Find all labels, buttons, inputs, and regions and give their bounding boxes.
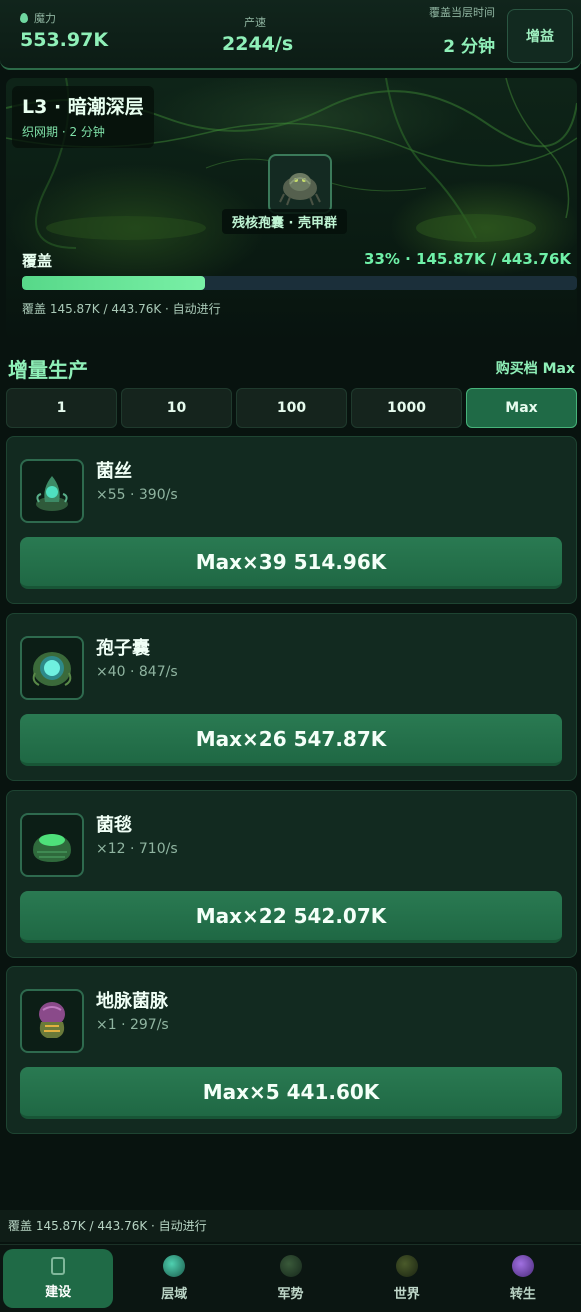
- nav-layer[interactable]: 层域: [119, 1249, 229, 1308]
- cover-label: 覆盖: [22, 252, 53, 270]
- unit-info: ×40 · 847/s: [96, 664, 178, 680]
- rate-value: 2244/s: [222, 33, 294, 55]
- level-subtitle: 织网期 · 2 分钟: [22, 125, 105, 139]
- buy-button[interactable]: Max×5 441.60K: [20, 1067, 562, 1119]
- rebirth-icon: [511, 1255, 534, 1277]
- level-title-box: L3 · 暗潮深层 织网期 · 2 分钟: [12, 86, 154, 148]
- buy-button[interactable]: Max×26 547.87K: [20, 714, 562, 766]
- world-icon: [395, 1255, 418, 1277]
- nav-rebirth-label: 转生: [509, 1287, 536, 1302]
- cover-progress-fill: [22, 276, 206, 290]
- cover-time-stat: 覆盖当层时间 2 分钟: [429, 4, 495, 57]
- unit-info: ×12 · 710/s: [96, 841, 178, 857]
- bottom-nav: 建设 层域 军势 世界 转生: [0, 1244, 581, 1312]
- nav-world-label: 世界: [393, 1287, 420, 1302]
- nav-layer-label: 层域: [161, 1287, 188, 1302]
- boost-button[interactable]: 增益: [507, 9, 573, 63]
- unit-name: 菌丝: [96, 461, 132, 482]
- enemy-portrait[interactable]: [268, 154, 332, 214]
- unit-card-spore-sac: 孢子囊 ×40 · 847/s Max×26 547.87K: [6, 613, 577, 781]
- nav-build[interactable]: 建设: [3, 1249, 114, 1308]
- rate-label: 产速: [244, 16, 266, 29]
- tier-1000-button[interactable]: 1000: [351, 388, 462, 428]
- mana-stat: 魔力 553.97K: [20, 10, 108, 51]
- unit-name: 地脉菌脉: [96, 991, 168, 1012]
- tier-100-button[interactable]: 100: [236, 388, 347, 428]
- nav-army[interactable]: 军势: [235, 1249, 345, 1308]
- unit-card-ley-vein: 地脉菌脉 ×1 · 297/s Max×5 441.60K: [6, 966, 577, 1134]
- spore-sac-icon: [20, 636, 84, 700]
- cover-stats: 33% · 145.87K / 443.76K: [364, 250, 571, 268]
- enemy-name: 残核孢囊 · 壳甲群: [222, 209, 347, 234]
- unit-info: ×1 · 297/s: [96, 1017, 169, 1033]
- mana-drop-icon: [20, 13, 28, 23]
- unit-name: 孢子囊: [96, 638, 150, 659]
- unit-info: ×55 · 390/s: [96, 487, 178, 503]
- cover-time-label: 覆盖当层时间: [429, 6, 495, 19]
- unit-name: 菌毯: [96, 815, 132, 836]
- mana-label: 魔力: [34, 12, 56, 25]
- fungal-mat-icon: [20, 813, 84, 877]
- build-icon: [51, 1257, 66, 1275]
- status-strip: 覆盖 145.87K / 443.76K · 自动进行: [0, 1210, 581, 1242]
- buy-tier-label: 购买档 Max: [495, 361, 575, 377]
- layer-icon: [163, 1255, 186, 1277]
- shell-swarm-icon: [279, 173, 321, 206]
- nav-build-label: 建设: [45, 1285, 72, 1300]
- cover-detail: 覆盖 145.87K / 443.76K · 自动进行: [22, 302, 221, 316]
- buy-button[interactable]: Max×22 542.07K: [20, 891, 562, 943]
- rate-stat: 产速 2244/s: [222, 14, 293, 55]
- nav-rebirth[interactable]: 转生: [468, 1249, 578, 1308]
- production-title: 增量生产: [8, 358, 88, 382]
- buy-button[interactable]: Max×39 514.96K: [20, 537, 562, 589]
- mana-value: 553.97K: [20, 29, 109, 51]
- nav-army-label: 军势: [277, 1287, 304, 1302]
- unit-card-fungal-mat: 菌毯 ×12 · 710/s Max×22 542.07K: [6, 790, 577, 958]
- tier-10-button[interactable]: 10: [121, 388, 232, 428]
- unit-card-mycelium: 菌丝 ×55 · 390/s Max×39 514.96K: [6, 436, 577, 604]
- level-title: L3 · 暗潮深层: [22, 96, 144, 118]
- ley-vein-icon: [20, 989, 84, 1053]
- buy-tier-selector: 1 10 100 1000 Max: [6, 388, 577, 428]
- cover-time-value: 2 分钟: [443, 37, 495, 57]
- level-panel: L3 · 暗潮深层 织网期 · 2 分钟 残核孢囊 · 壳甲群 覆盖 33% ·…: [6, 78, 577, 340]
- tier-max-button[interactable]: Max: [466, 388, 577, 428]
- army-icon: [279, 1255, 302, 1277]
- cover-progress-bar: [22, 276, 577, 290]
- tier-1-button[interactable]: 1: [6, 388, 117, 428]
- nav-world[interactable]: 世界: [352, 1249, 462, 1308]
- mycelium-icon: [20, 459, 84, 523]
- top-stats-bar: 魔力 553.97K 产速 2244/s 覆盖当层时间 2 分钟 增益: [0, 0, 581, 70]
